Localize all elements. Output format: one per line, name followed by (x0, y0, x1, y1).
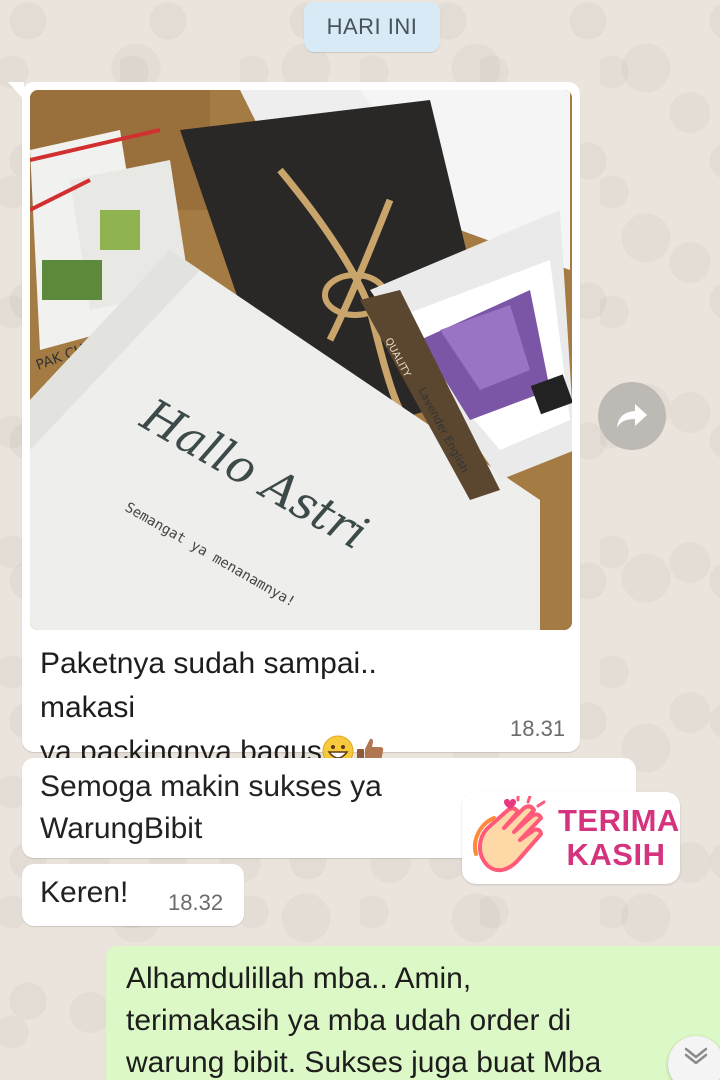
sticker-line-2: KASIH (566, 837, 666, 872)
message-text-line-2: WarungBibit (40, 812, 203, 845)
forward-arrow-icon (617, 404, 647, 428)
caption-line-1: Paketnya sudah sampai.. makasi (40, 647, 377, 724)
sticker-text: TERIMA KASIH (558, 803, 680, 872)
thank-you-sticker[interactable]: TERIMA KASIH (462, 792, 680, 884)
forward-button[interactable] (598, 382, 666, 450)
date-chip: HARI INI (304, 2, 440, 52)
outgoing-message-text: Alhamdulillah mba.. Amin, terimakasih ya… (126, 962, 602, 1079)
message-text-line-1: Semoga makin sukses ya (40, 770, 382, 803)
message-text: Semoga makin sukses ya WarungBibit (40, 766, 470, 850)
photo-message-bubble[interactable]: PAK CHOY Lavender English QUALITY Hallo … (8, 82, 580, 768)
message-time: 18.32 (168, 890, 224, 915)
message-caption: Paketnya sudah sampai.. makasi ya packin… (40, 642, 480, 774)
message-photo[interactable]: PAK CHOY Lavender English QUALITY Hallo … (30, 90, 572, 630)
clapping-hands-icon (473, 796, 546, 873)
sticker-line-1: TERIMA (558, 803, 680, 838)
outgoing-message-bubble[interactable]: Alhamdulillah mba.. Amin, terimakasih ya… (106, 946, 720, 1080)
date-chip-label: HARI INI (326, 14, 418, 39)
chevron-down-icon (684, 1047, 708, 1064)
message-text: Keren! (40, 876, 129, 909)
message-time: 18.31 (510, 716, 566, 741)
